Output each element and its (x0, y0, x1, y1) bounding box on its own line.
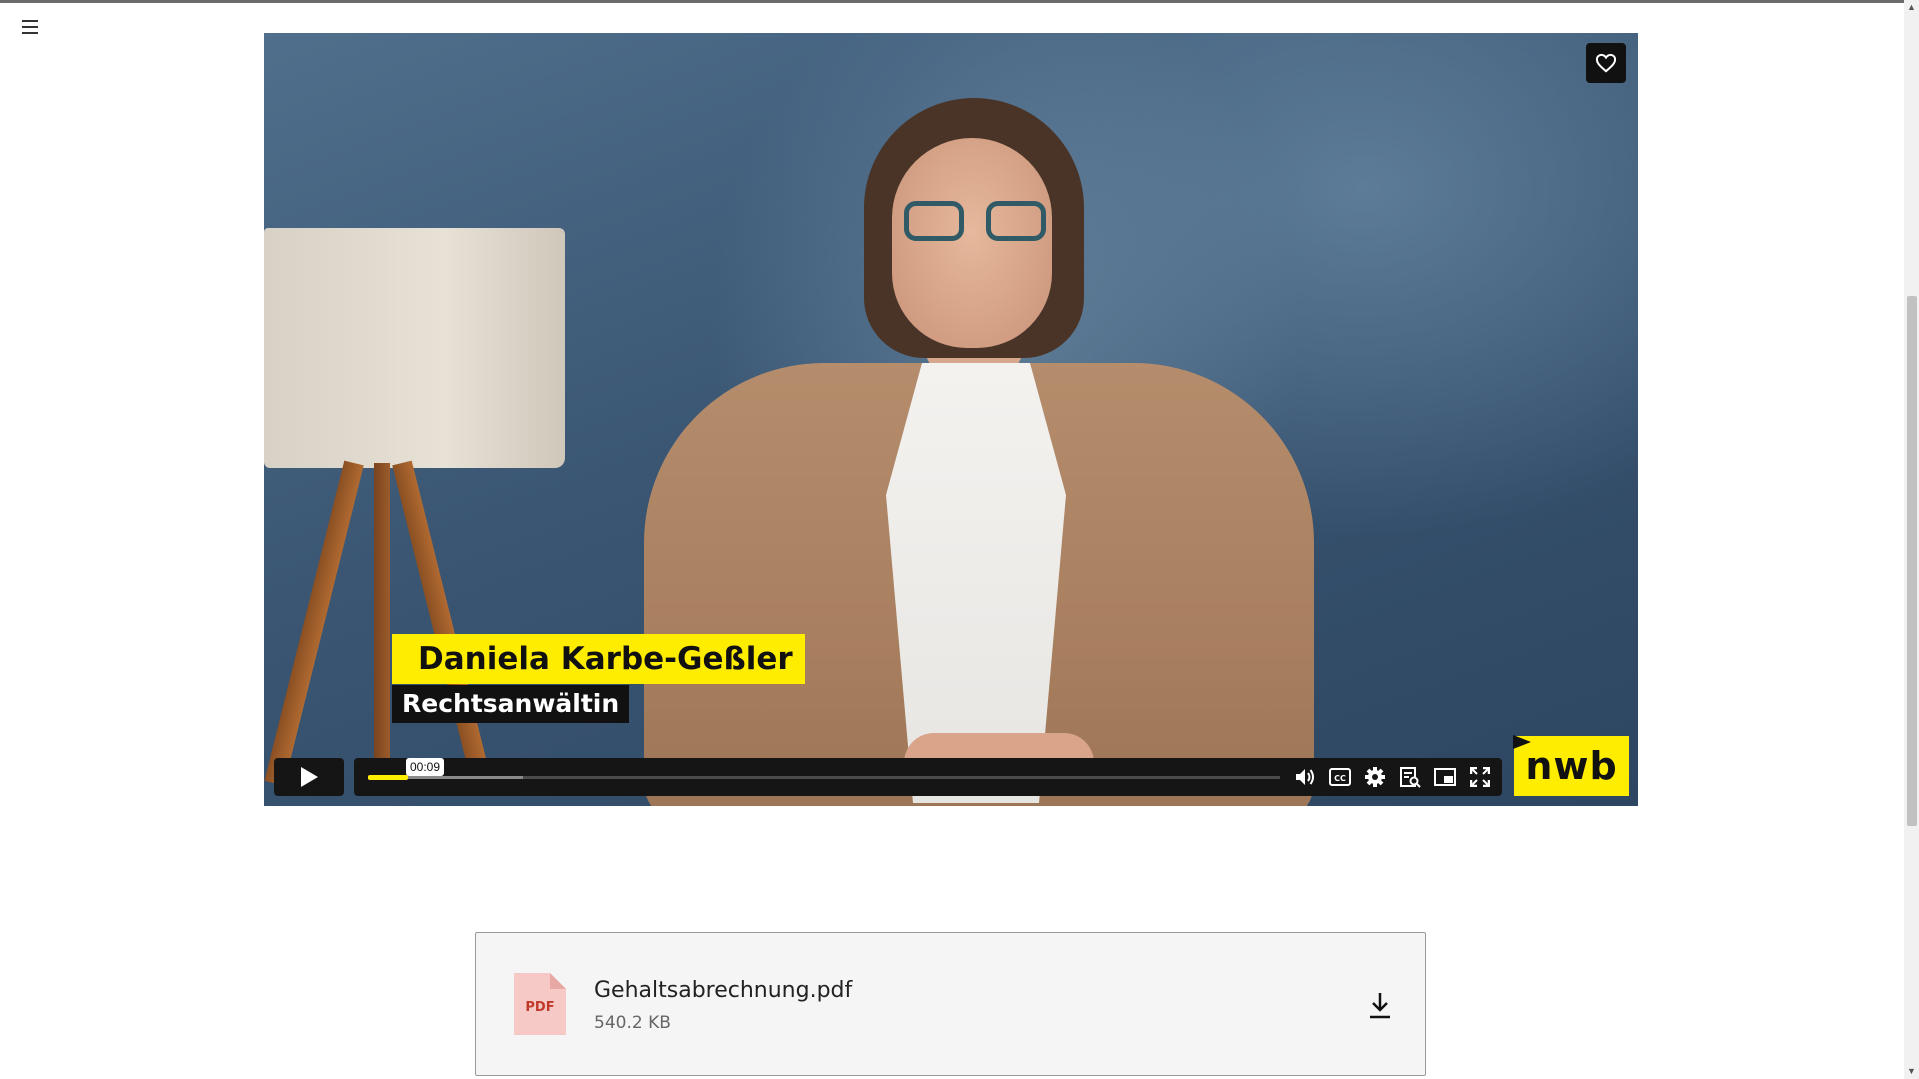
lamp-leg (392, 460, 492, 786)
speaker-face (892, 138, 1052, 348)
time-tooltip: 00:09 (406, 758, 445, 776)
fullscreen-icon[interactable] (1467, 765, 1492, 790)
lamp-leg (264, 460, 364, 786)
speaker-name-caption: Daniela Karbe-Geßler (392, 634, 805, 684)
attachment-card: PDF Gehaltsabrechnung.pdf 540.2 KB (475, 932, 1426, 1076)
favorite-button[interactable] (1586, 43, 1626, 83)
file-name[interactable]: Gehaltsabrechnung.pdf (594, 978, 852, 1003)
download-icon (1370, 993, 1390, 1019)
player-control-bar: 00:09 CC (354, 758, 1502, 796)
progress-bar[interactable]: 00:09 (368, 758, 1280, 780)
closed-captions-icon[interactable]: CC (1327, 765, 1352, 790)
scroll-up-arrow-icon[interactable]: ▲ (1904, 0, 1919, 15)
settings-icon[interactable] (1362, 765, 1387, 790)
svg-text:CC: CC (1334, 774, 1346, 783)
nwb-logo-text: nwb (1525, 744, 1618, 788)
lamp-shade (264, 228, 565, 468)
picture-in-picture-icon[interactable] (1432, 765, 1457, 790)
heart-icon (1595, 53, 1617, 73)
pdf-file-icon: PDF (514, 973, 566, 1035)
top-border (0, 0, 1919, 3)
transcript-search-icon[interactable] (1397, 765, 1422, 790)
svg-text:PDF: PDF (525, 1000, 554, 1015)
speaker-glasses (904, 201, 1046, 243)
hamburger-menu-icon[interactable] (22, 16, 44, 38)
played-progress (368, 775, 409, 780)
lamp-leg (374, 463, 390, 793)
scroll-down-arrow-icon[interactable]: ▼ (1904, 1064, 1919, 1079)
volume-icon[interactable] (1292, 765, 1317, 790)
page-scrollbar[interactable]: ▲ ▼ (1904, 0, 1919, 1079)
play-icon (301, 767, 318, 787)
scroll-thumb[interactable] (1907, 296, 1917, 826)
file-size: 540.2 KB (594, 1013, 671, 1033)
download-button[interactable] (1365, 989, 1395, 1021)
play-button[interactable] (274, 758, 344, 796)
nwb-logo: nwb (1513, 735, 1629, 796)
video-player[interactable]: Daniela Karbe-Geßler Rechtsanwältin 00:0… (264, 33, 1638, 806)
speaker-role-caption: Rechtsanwältin (392, 685, 630, 723)
